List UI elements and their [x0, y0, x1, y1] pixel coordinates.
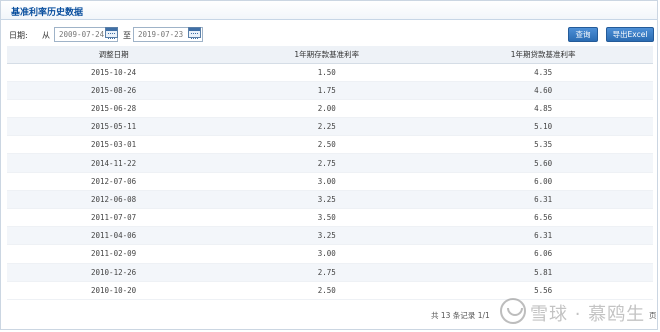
- table-row[interactable]: 2015-08-26 1.75 4.60: [7, 81, 653, 100]
- cell-adjust-date: 2010-12-26: [7, 263, 221, 282]
- column-header-deposit-rate[interactable]: 1年期存款基准利率: [220, 46, 434, 64]
- table-row[interactable]: 2015-03-01 2.50 5.35: [7, 135, 653, 155]
- cell-loan-rate: 6.31: [433, 190, 653, 210]
- query-button[interactable]: 查询: [568, 27, 598, 42]
- cell-loan-rate: 4.60: [433, 81, 653, 100]
- watermark: 雪球 · 慕鸥生: [500, 296, 660, 328]
- table-row[interactable]: 2011-07-07 3.50 6.56: [7, 208, 653, 228]
- to-label: 至: [123, 31, 131, 40]
- cell-adjust-date: 2015-03-01: [7, 135, 221, 155]
- cell-deposit-rate: 2.50: [220, 281, 434, 300]
- end-calendar-icon[interactable]: [188, 27, 201, 39]
- column-header-loan-rate[interactable]: 1年期贷款基准利率: [433, 46, 653, 64]
- cell-deposit-rate: 3.00: [220, 244, 434, 264]
- table-header-row: 调整日期 1年期存款基准利率 1年期贷款基准利率: [7, 46, 653, 64]
- record-summary: 共 13 条记录 1/1: [431, 311, 490, 320]
- table-row[interactable]: 2015-05-11 2.25 5.10: [7, 117, 653, 137]
- rate-table: 调整日期 1年期存款基准利率 1年期贷款基准利率 2015-10-24 1.50 4…: [7, 46, 653, 300]
- cell-adjust-date: 2015-10-24: [7, 63, 221, 82]
- cell-loan-rate: 6.00: [433, 172, 653, 191]
- date-filter-bar: 日期: 从 2009-07-24 至 2019-07-23 查询 导出Excel: [1, 25, 659, 45]
- table-row[interactable]: 2012-07-06 3.00 6.00: [7, 172, 653, 191]
- table-row[interactable]: 2010-12-26 2.75 5.81: [7, 263, 653, 282]
- end-date-value: 2019-07-23: [138, 30, 184, 39]
- cell-adjust-date: 2012-07-06: [7, 172, 221, 191]
- start-calendar-icon[interactable]: [105, 27, 118, 39]
- table-row[interactable]: 2015-10-24 1.50 4.35: [7, 63, 653, 82]
- cell-deposit-rate: 1.75: [220, 81, 434, 100]
- start-date-value: 2009-07-24: [59, 30, 105, 39]
- rate-history-panel: 基准利率历史数据 日期: 从 2009-07-24 至 2019-07-23 查…: [0, 0, 658, 330]
- cell-adjust-date: 2015-08-26: [7, 81, 221, 100]
- page-title: 基准利率历史数据: [11, 8, 84, 18]
- cell-loan-rate: 5.10: [433, 117, 653, 137]
- watermark-text: 雪球 · 慕鸥生: [530, 304, 646, 325]
- export-excel-button[interactable]: 导出Excel: [606, 27, 654, 42]
- cell-loan-rate: 5.35: [433, 135, 653, 155]
- cell-deposit-rate: 3.25: [220, 190, 434, 210]
- cell-deposit-rate: 2.25: [220, 117, 434, 137]
- cell-adjust-date: 2012-06-08: [7, 190, 221, 210]
- cell-deposit-rate: 1.50: [220, 63, 434, 82]
- cell-deposit-rate: 3.25: [220, 226, 434, 246]
- table-row[interactable]: 2014-11-22 2.75 5.60: [7, 153, 653, 173]
- cell-deposit-rate: 3.00: [220, 172, 434, 191]
- cell-adjust-date: 2011-07-07: [7, 208, 221, 228]
- date-label: 日期:: [9, 31, 28, 40]
- table-row[interactable]: 2011-02-09 3.00 6.06: [7, 244, 653, 264]
- table-row[interactable]: 2012-06-08 3.25 6.31: [7, 190, 653, 210]
- table-row[interactable]: 2015-06-28 2.00 4.85: [7, 99, 653, 119]
- cell-loan-rate: 5.60: [433, 153, 653, 173]
- cell-adjust-date: 2011-04-06: [7, 226, 221, 246]
- cell-loan-rate: 5.81: [433, 263, 653, 282]
- cell-deposit-rate: 2.75: [220, 263, 434, 282]
- column-header-date[interactable]: 调整日期: [7, 46, 221, 64]
- from-label: 从: [42, 31, 50, 40]
- cell-adjust-date: 2014-11-22: [7, 153, 221, 173]
- cell-adjust-date: 2015-06-28: [7, 99, 221, 119]
- cell-adjust-date: 2010-10-20: [7, 281, 221, 300]
- cell-adjust-date: 2015-05-11: [7, 117, 221, 137]
- cell-adjust-date: 2011-02-09: [7, 244, 221, 264]
- cell-loan-rate: 4.35: [433, 63, 653, 82]
- cell-loan-rate: 4.85: [433, 99, 653, 119]
- cell-deposit-rate: 3.50: [220, 208, 434, 228]
- cell-deposit-rate: 2.00: [220, 99, 434, 119]
- cell-deposit-rate: 2.50: [220, 135, 434, 155]
- cell-loan-rate: 6.06: [433, 244, 653, 264]
- cell-loan-rate: 6.56: [433, 208, 653, 228]
- cell-loan-rate: 6.31: [433, 226, 653, 246]
- panel-title-bar: 基准利率历史数据: [1, 1, 657, 20]
- snowball-logo-icon: [500, 298, 526, 324]
- table-row[interactable]: 2011-04-06 3.25 6.31: [7, 226, 653, 246]
- cell-deposit-rate: 2.75: [220, 153, 434, 173]
